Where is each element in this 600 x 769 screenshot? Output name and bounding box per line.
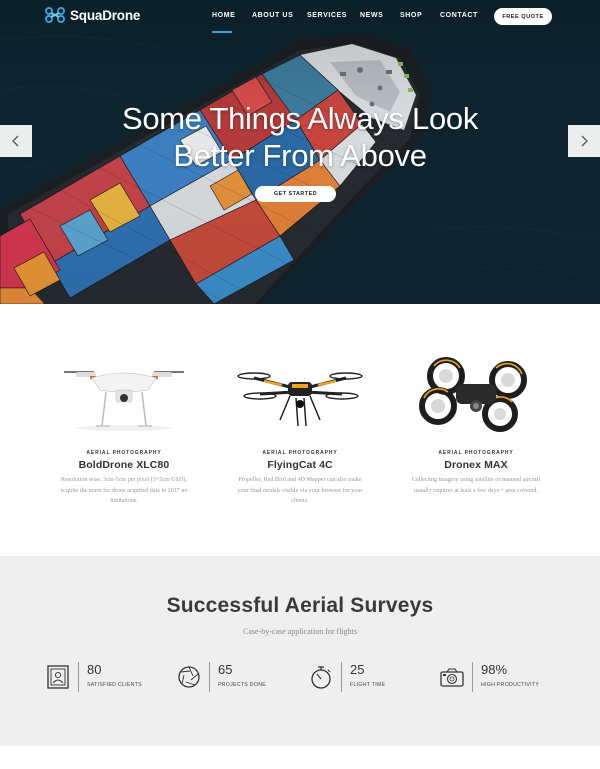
stat-label: PROJECTS DONE bbox=[218, 682, 266, 688]
stats-section: Successful Aerial Surveys Case-by-case a… bbox=[0, 556, 600, 746]
hero-title: Some Things Always Look Better From Abov… bbox=[0, 100, 600, 174]
stat-value: 25 bbox=[350, 662, 365, 677]
nav-news[interactable]: NEWS bbox=[360, 12, 383, 19]
stats-title: Successful Aerial Surveys bbox=[166, 594, 434, 617]
stat-label: SATISFIED CLIENTS bbox=[87, 682, 142, 688]
drone-logo-icon bbox=[45, 7, 65, 23]
stat-value: 80 bbox=[87, 662, 102, 677]
stat-label: HIGH PRODUCTIVITY bbox=[481, 682, 540, 688]
nav-services[interactable]: SERVICES bbox=[307, 12, 347, 19]
stat-value: 98% bbox=[481, 662, 508, 677]
white-quadcopter-icon bbox=[64, 371, 184, 431]
product-name[interactable]: Dronex MAX bbox=[396, 459, 556, 471]
product-name[interactable]: FlyingCat 4C bbox=[220, 459, 380, 471]
nav-about-us[interactable]: ABOUT US bbox=[252, 12, 293, 19]
dark-quadcopter-icon bbox=[419, 357, 527, 432]
active-nav-indicator bbox=[212, 31, 232, 33]
brand-logo[interactable]: SquaDrone bbox=[44, 7, 140, 23]
stat-label: FLIGHT TIME bbox=[350, 682, 386, 688]
product-category: AERIAL PHOTOGRAPHY bbox=[262, 450, 338, 456]
aperture-icon bbox=[178, 666, 200, 688]
page-bottom-strip bbox=[0, 746, 600, 769]
black-yellow-drone-icon bbox=[237, 372, 363, 427]
product-image[interactable] bbox=[396, 354, 556, 434]
product-image[interactable] bbox=[220, 354, 380, 434]
product-card[interactable]: AERIAL PHOTOGRAPHY BoldDrone XLC80 Resol… bbox=[44, 354, 204, 507]
product-description: Resolution wise, 3cm-5cm per pixel (3+5c… bbox=[60, 477, 188, 504]
camera-icon bbox=[440, 668, 464, 687]
stats-subtitle: Case-by-case application for flights bbox=[243, 627, 357, 636]
nav-contact[interactable]: CONTACT bbox=[440, 12, 478, 19]
product-category: AERIAL PHOTOGRAPHY bbox=[86, 450, 162, 456]
product-description: Collecting imagery using satellite or ma… bbox=[411, 477, 541, 494]
product-card[interactable]: AERIAL PHOTOGRAPHY FlyingCat 4C Propelle… bbox=[220, 354, 380, 507]
hero-title-line-1: Some Things Always Look bbox=[121, 101, 479, 136]
stat-divider bbox=[472, 662, 473, 692]
free-quote-button[interactable]: FREE QUOTE bbox=[494, 8, 552, 25]
stopwatch-icon bbox=[311, 666, 331, 689]
nav-home[interactable]: HOME bbox=[212, 12, 235, 19]
product-category: AERIAL PHOTOGRAPHY bbox=[438, 450, 514, 456]
slider-next-button[interactable] bbox=[568, 125, 600, 157]
portrait-icon bbox=[47, 665, 69, 689]
brand-name: SquaDrone bbox=[70, 7, 141, 23]
product-image[interactable] bbox=[44, 354, 204, 434]
get-started-button[interactable]: GET STARTED bbox=[255, 186, 336, 202]
product-description: Propeller, Red Bird and 4D Mapper can al… bbox=[237, 477, 363, 504]
slider-prev-button[interactable] bbox=[0, 125, 32, 157]
top-navigation: SquaDrone HOME ABOUT US SERVICES NEWS SH… bbox=[0, 0, 600, 34]
chevron-left-icon bbox=[12, 135, 19, 147]
products-section: AERIAL PHOTOGRAPHY BoldDrone XLC80 Resol… bbox=[0, 304, 600, 556]
product-card[interactable]: AERIAL PHOTOGRAPHY Dronex MAX Collecting… bbox=[396, 354, 556, 496]
stat-divider bbox=[341, 662, 342, 692]
stat-divider bbox=[209, 662, 210, 692]
stat-divider bbox=[78, 662, 79, 692]
stat-value: 65 bbox=[218, 662, 233, 677]
nav-shop[interactable]: SHOP bbox=[400, 12, 422, 19]
hero-title-line-2: Better From Above bbox=[173, 138, 427, 173]
hero-section: SquaDrone HOME ABOUT US SERVICES NEWS SH… bbox=[0, 0, 600, 304]
chevron-right-icon bbox=[581, 135, 588, 147]
product-name[interactable]: BoldDrone XLC80 bbox=[44, 459, 204, 471]
